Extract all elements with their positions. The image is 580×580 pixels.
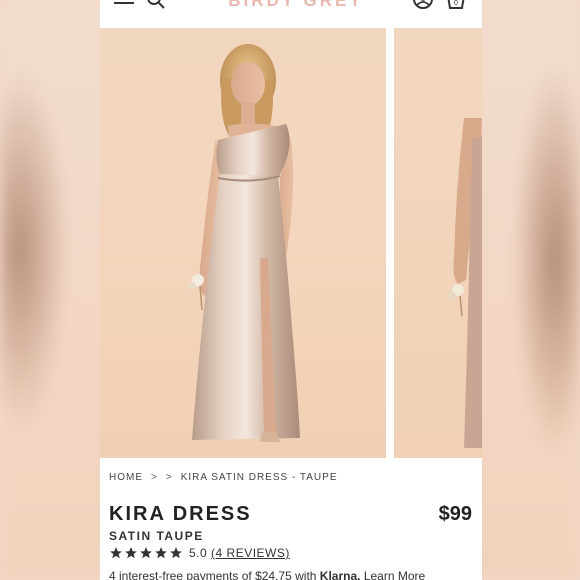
model-dress-illustration: [188, 44, 300, 442]
product-image-next[interactable]: [394, 28, 482, 458]
star-icon: [140, 547, 152, 559]
breadcrumb: HOME > > KIRA SATIN DRESS - TAUPE: [109, 472, 338, 483]
rating-value: 5.0: [189, 546, 208, 560]
klarna-text: 4 interest-free payments of $24.75 with: [109, 569, 317, 580]
klarna-learn-more-link[interactable]: Learn More: [364, 569, 425, 580]
star-icon: [170, 547, 182, 559]
hamburger-menu-icon[interactable]: [114, 0, 134, 10]
breadcrumb-current: KIRA SATIN DRESS - TAUPE: [180, 472, 338, 483]
rating-text[interactable]: 5.0 (4 REVIEWS): [189, 546, 290, 560]
model-side-illustration: [448, 118, 482, 448]
site-header: BIRDY GREY 0: [100, 0, 482, 26]
cart-icon[interactable]: 0: [445, 0, 467, 10]
breadcrumb-separator: >: [151, 472, 158, 483]
product-title: KIRA DRESS: [109, 503, 252, 525]
product-color: SATIN TAUPE: [109, 529, 204, 543]
star-icon: [125, 547, 137, 559]
star-icon: [110, 547, 122, 559]
mobile-page: BIRDY GREY 0 HOME > > KIRA SATIN DRESS -…: [100, 0, 482, 580]
product-price: $99: [438, 503, 472, 525]
product-image-main[interactable]: [100, 28, 386, 458]
brand-logo[interactable]: BIRDY GREY: [226, 0, 366, 11]
reviews-link[interactable]: (4 REVIEWS): [211, 546, 290, 560]
star-rating: [109, 546, 183, 560]
rating-row: 5.0 (4 REVIEWS): [109, 546, 290, 560]
star-icon: [155, 547, 167, 559]
breadcrumb-home-link[interactable]: HOME: [109, 472, 143, 483]
klarna-financing: 4 interest-free payments of $24.75 with …: [109, 569, 425, 580]
search-icon[interactable]: [146, 0, 166, 10]
breadcrumb-separator: >: [165, 472, 173, 483]
product-gallery: [100, 28, 482, 458]
cart-count: 0: [454, 0, 458, 7]
klarna-logo: Klarna.: [319, 569, 361, 580]
account-icon[interactable]: [412, 0, 434, 10]
